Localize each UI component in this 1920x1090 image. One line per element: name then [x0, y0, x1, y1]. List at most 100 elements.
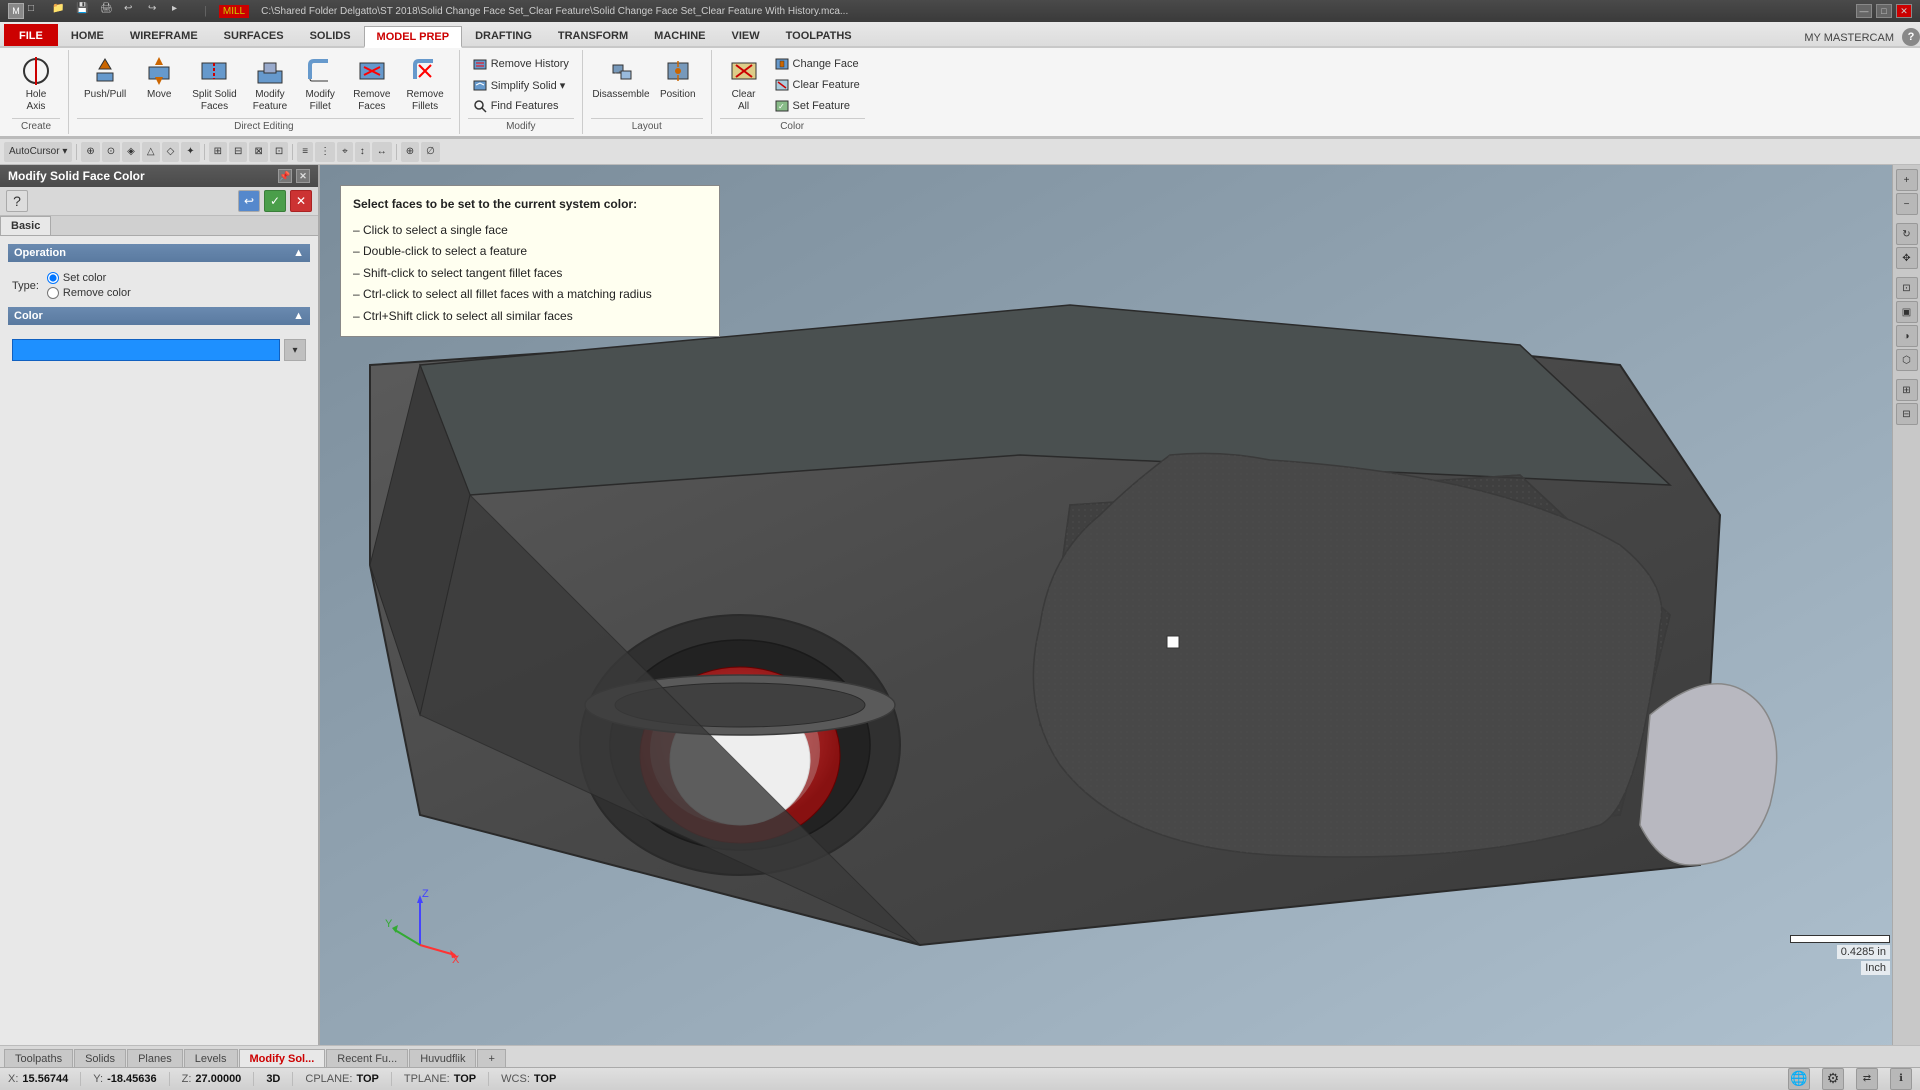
sec-snap-1[interactable]: ⊕	[81, 142, 99, 162]
color-buttons: ClearAll Change Face Clear Feature ✓ Set…	[720, 52, 865, 118]
tooltip-line-4: – Ctrl-click to select all fillet faces …	[353, 284, 707, 306]
qat-print[interactable]: 🖨	[100, 3, 120, 19]
status-connect[interactable]: ⇄	[1856, 1068, 1878, 1090]
tab-basic[interactable]: Basic	[0, 216, 51, 235]
qat-redo[interactable]: ↪	[148, 3, 168, 19]
sec-snap-3[interactable]: ◈	[122, 142, 140, 162]
remove-history-button[interactable]: Remove History	[468, 54, 574, 74]
remove-faces-button[interactable]: RemoveFaces	[346, 52, 397, 116]
sec-tool-4[interactable]: ⊡	[270, 142, 288, 162]
clear-all-button[interactable]: ClearAll	[720, 52, 768, 116]
position-button[interactable]: Position	[653, 52, 703, 104]
cplane-label: CPLANE:	[305, 1073, 352, 1085]
change-face-button[interactable]: Change Face	[770, 54, 865, 74]
color-section-header[interactable]: Color ▲	[8, 307, 310, 325]
modify-fillet-button[interactable]: ModifyFillet	[296, 52, 344, 116]
simplify-solid-button[interactable]: Simplify Solid ▾	[468, 75, 574, 95]
sec-view-5[interactable]: ↔	[372, 142, 392, 162]
btab-modify-sol[interactable]: Modify Sol...	[239, 1049, 326, 1067]
color-swatch[interactable]	[12, 339, 280, 361]
panel-ok-btn[interactable]: ✓	[264, 190, 286, 212]
status-globe[interactable]: 🌐	[1788, 1068, 1810, 1090]
panel-cancel-btn[interactable]: ✕	[290, 190, 312, 212]
window-minimize[interactable]: —	[1856, 4, 1872, 18]
panel-pin-btn[interactable]: 📌	[278, 169, 292, 183]
rt-view-sel[interactable]: ▣	[1896, 301, 1918, 323]
set-color-label: Set color	[63, 272, 106, 284]
sec-view-4[interactable]: ↕	[355, 142, 370, 162]
qat-undo[interactable]: ↩	[124, 3, 144, 19]
tab-toolpaths[interactable]: TOOLPATHS	[773, 24, 865, 46]
sec-tool-2[interactable]: ⊟	[229, 142, 247, 162]
svg-text:Z: Z	[422, 888, 429, 900]
disassemble-button[interactable]: Disassemble	[591, 52, 651, 104]
remove-fillets-button[interactable]: RemoveFillets	[399, 52, 450, 116]
tab-file[interactable]: FILE	[4, 24, 58, 46]
qat-open[interactable]: 📁	[52, 3, 72, 19]
rt-zoom-out[interactable]: −	[1896, 193, 1918, 215]
sec-view-3[interactable]: ⌖	[337, 142, 353, 162]
status-info[interactable]: ℹ	[1890, 1068, 1912, 1090]
tab-solids[interactable]: SOLIDS	[297, 24, 364, 46]
window-close[interactable]: ✕	[1896, 4, 1912, 18]
viewport[interactable]: Select faces to be set to the current sy…	[320, 165, 1920, 1045]
qat-new[interactable]: □	[28, 3, 48, 19]
panel-back-btn[interactable]: ↩	[238, 190, 260, 212]
find-features-button[interactable]: Find Features	[468, 96, 574, 116]
btab-solids[interactable]: Solids	[74, 1049, 126, 1067]
btab-levels[interactable]: Levels	[184, 1049, 238, 1067]
status-settings[interactable]: ⚙	[1822, 1068, 1844, 1090]
mode-value: 3D	[266, 1073, 280, 1085]
tab-transform[interactable]: TRANSFORM	[545, 24, 641, 46]
sec-view-2[interactable]: ⋮	[315, 142, 335, 162]
rt-shade[interactable]: ◑	[1896, 325, 1918, 347]
btab-toolpaths[interactable]: Toolpaths	[4, 1049, 73, 1067]
rt-fit[interactable]: ⊡	[1896, 277, 1918, 299]
set-color-radio[interactable]	[47, 272, 59, 284]
tab-view[interactable]: VIEW	[719, 24, 773, 46]
rt-pan[interactable]: ✥	[1896, 247, 1918, 269]
window-maximize[interactable]: □	[1876, 4, 1892, 18]
tab-model-prep[interactable]: MODEL PREP	[364, 26, 463, 48]
autocursor-btn[interactable]: AutoCursor ▾	[4, 142, 72, 162]
sec-snap-2[interactable]: ⊙	[102, 142, 120, 162]
sec-view-1[interactable]: ≡	[297, 142, 313, 162]
rt-zoom-in[interactable]: +	[1896, 169, 1918, 191]
sec-tool-1[interactable]: ⊞	[209, 142, 227, 162]
sec-tool-3[interactable]: ⊠	[249, 142, 267, 162]
tab-home[interactable]: HOME	[58, 24, 117, 46]
split-solid-faces-button[interactable]: Split SolidFaces	[185, 52, 243, 116]
rt-grid[interactable]: ⊟	[1896, 403, 1918, 425]
qat-save[interactable]: 💾	[76, 3, 96, 19]
modify-feature-button[interactable]: ModifyFeature	[246, 52, 294, 116]
color-picker-btn[interactable]: ▾	[284, 339, 306, 361]
btab-planes[interactable]: Planes	[127, 1049, 183, 1067]
sec-snap-6[interactable]: ✦	[181, 142, 199, 162]
operation-section-header[interactable]: Operation ▲	[8, 244, 310, 262]
qat-more[interactable]: ▸	[172, 3, 192, 19]
push-pull-button[interactable]: Push/Pull	[77, 52, 133, 104]
rt-wire[interactable]: ⬡	[1896, 349, 1918, 371]
tab-wireframe[interactable]: WIREFRAME	[117, 24, 211, 46]
btab-recent-fu[interactable]: Recent Fu...	[326, 1049, 408, 1067]
tab-surfaces[interactable]: SURFACES	[211, 24, 297, 46]
sec-extra-1[interactable]: ⊕	[401, 142, 419, 162]
panel-help-btn[interactable]: ?	[6, 190, 28, 212]
tab-drafting[interactable]: DRAFTING	[462, 24, 545, 46]
sec-extra-2[interactable]: ∅	[421, 142, 440, 162]
sec-snap-5[interactable]: ◇	[162, 142, 180, 162]
help-button[interactable]: ?	[1902, 28, 1920, 46]
rt-rotate[interactable]: ↻	[1896, 223, 1918, 245]
set-feature-button[interactable]: ✓ Set Feature	[770, 96, 865, 116]
sec-snap-4[interactable]: △	[142, 142, 160, 162]
tab-machine[interactable]: MACHINE	[641, 24, 718, 46]
hole-axis-button[interactable]: HoleAxis	[12, 52, 60, 116]
move-button[interactable]: Move	[135, 52, 183, 104]
panel-close-btn[interactable]: ✕	[296, 169, 310, 183]
clear-feature-button[interactable]: Clear Feature	[770, 75, 865, 95]
rt-planes[interactable]: ⊞	[1896, 379, 1918, 401]
btab-add[interactable]: +	[477, 1049, 505, 1067]
remove-color-radio[interactable]	[47, 287, 59, 299]
btab-huvudflik[interactable]: Huvudflik	[409, 1049, 476, 1067]
my-mastercam-btn[interactable]: MY MASTERCAM	[1796, 30, 1902, 46]
